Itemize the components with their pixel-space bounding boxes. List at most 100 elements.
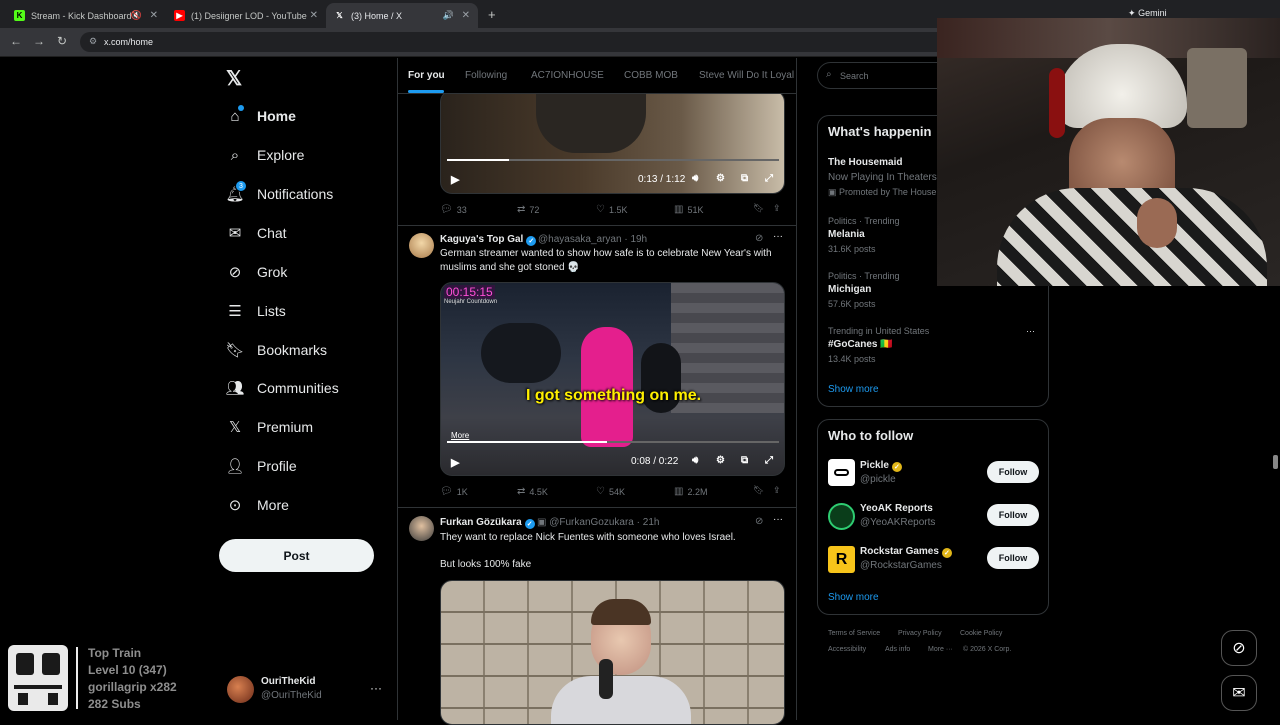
fullscreen-icon[interactable]: ⤢ xyxy=(765,173,773,184)
new-tab-icon[interactable]: + xyxy=(488,7,496,22)
tab-x-home[interactable]: 𝕏 (3) Home / X 🔊 ✕ xyxy=(326,3,478,28)
tab-cobb-mob[interactable]: COBB MOB xyxy=(624,70,678,81)
nav-bookmarks[interactable]: 🔖︎ Bookmarks xyxy=(225,335,327,365)
bookmark-icon[interactable]: 🔖︎ xyxy=(753,203,764,214)
tab-ac7ionhouse[interactable]: AC7IONHOUSE xyxy=(531,70,604,81)
repost-button[interactable]: ⇄ 4.5K xyxy=(517,486,548,497)
rockstar-logo-icon[interactable]: R xyxy=(828,546,855,573)
close-tab-icon[interactable]: ✕ xyxy=(462,10,470,21)
nav-premium[interactable]: 𝕏 Premium xyxy=(226,412,313,442)
footer-link[interactable]: Privacy Policy xyxy=(898,630,942,637)
settings-icon[interactable]: ⚙ xyxy=(716,173,725,184)
footer-link[interactable]: More ··· xyxy=(928,646,953,653)
follow-button[interactable]: Follow xyxy=(987,461,1039,483)
trend-name[interactable]: Michigan xyxy=(828,284,871,295)
speaker-icon[interactable]: 🔊 xyxy=(443,10,454,21)
tweet-author[interactable]: Kaguya's Top Gal ✓ xyxy=(440,234,537,246)
follow-avatar[interactable] xyxy=(828,459,855,486)
trend-name[interactable]: Melania xyxy=(828,229,865,240)
share-icon[interactable]: ⇪ xyxy=(773,203,781,214)
like-button[interactable]: ♡ 54K xyxy=(596,486,625,497)
grok-icon[interactable]: ⊘ xyxy=(755,233,763,244)
more-dots-icon[interactable]: ··· xyxy=(370,681,382,695)
footer-link[interactable]: Ads info xyxy=(885,646,910,653)
reply-button[interactable]: 💬︎ 33 xyxy=(440,204,467,215)
tab-for-you[interactable]: For you xyxy=(408,70,445,81)
video-hair xyxy=(591,599,651,625)
bookmark-icon[interactable]: 🔖︎ xyxy=(753,485,764,496)
show-more-follow[interactable]: Show more xyxy=(828,592,879,603)
footer-link[interactable]: Terms of Service xyxy=(828,630,880,637)
footer-link[interactable]: Cookie Policy xyxy=(960,630,1002,637)
grok-fab-icon[interactable]: ⊘ xyxy=(1221,630,1257,666)
reload-icon[interactable]: ↻ xyxy=(57,34,67,48)
nav-lists[interactable]: ☰ Lists xyxy=(226,296,286,326)
like-button[interactable]: ♡ 1.5K xyxy=(596,204,627,215)
messages-fab-icon[interactable]: ✉ xyxy=(1221,675,1257,711)
scrollbar-thumb[interactable] xyxy=(1273,455,1278,469)
more-dots-icon[interactable]: ··· xyxy=(773,231,783,242)
video-player[interactable]: 00:15:15 Neujahr Countdown I got somethi… xyxy=(440,282,785,476)
views-button[interactable]: ▥ 51K xyxy=(674,204,703,215)
nav-profile[interactable]: 👤︎ Profile xyxy=(225,451,296,481)
grok-icon[interactable]: ⊘ xyxy=(755,516,763,527)
reply-count: 1K xyxy=(456,486,468,497)
follow-button[interactable]: Follow xyxy=(987,504,1039,526)
play-icon[interactable]: ▶ xyxy=(451,173,459,186)
promo-title[interactable]: The Housemaid xyxy=(828,157,902,168)
repost-icon: ⇄ xyxy=(517,204,526,215)
nav-home[interactable]: ⌂ Home xyxy=(226,101,296,131)
x-logo-icon[interactable]: 𝕏 xyxy=(226,66,242,91)
video-player[interactable]: ▶ 0:13 / 1:12 🔊︎ ⚙ ⧉ ⤢ xyxy=(440,90,785,194)
fullscreen-icon[interactable]: ⤢ xyxy=(765,455,773,466)
close-tab-icon[interactable]: ✕ xyxy=(310,10,318,21)
more-dots-icon[interactable]: ··· xyxy=(773,514,783,525)
video-player[interactable] xyxy=(440,580,785,725)
site-info-icon[interactable]: ⚙ xyxy=(89,36,97,47)
tweet-author[interactable]: Furkan Gözükara ✓ xyxy=(440,517,535,529)
play-icon[interactable]: ▶ xyxy=(451,456,459,469)
tab-following[interactable]: Following xyxy=(465,70,507,81)
account-avatar[interactable] xyxy=(227,676,254,703)
back-icon[interactable]: ← xyxy=(10,34,22,48)
repost-button[interactable]: ⇄ 72 xyxy=(517,204,539,215)
nav-communities[interactable]: 👥︎ Communities xyxy=(225,373,338,403)
follow-name-text: Rockstar Games xyxy=(860,546,939,557)
nav-grok[interactable]: ⊘ Grok xyxy=(226,257,288,287)
trend-context: Politics · Trending xyxy=(828,271,900,281)
tab-youtube[interactable]: ▶ (1) Desiigner LOD - YouTube ✕ xyxy=(166,3,326,28)
show-more-trends[interactable]: Show more xyxy=(828,384,879,395)
video-overlay-timer: 00:15:15 xyxy=(444,285,495,299)
close-tab-icon[interactable]: ✕ xyxy=(150,10,158,21)
follow-button[interactable]: Follow xyxy=(987,547,1039,569)
pip-icon[interactable]: ⧉ xyxy=(741,455,748,466)
follow-avatar[interactable] xyxy=(828,503,855,530)
verified-icon: ✓ xyxy=(526,236,537,246)
video-more-link[interactable]: More xyxy=(451,431,469,440)
tweet-avatar[interactable] xyxy=(409,516,434,541)
pip-icon[interactable]: ⧉ xyxy=(741,173,748,184)
more-dots-icon[interactable]: ··· xyxy=(1026,326,1035,336)
footer-link[interactable]: Accessibility xyxy=(828,646,866,653)
volume-icon[interactable]: 🔊︎ xyxy=(692,173,698,184)
share-icon[interactable]: ⇪ xyxy=(773,485,781,496)
tab-steve-will-do-it-loyal[interactable]: Steve Will Do It Loyal xyxy=(699,70,796,81)
volume-icon[interactable]: 🔊︎ xyxy=(692,455,698,466)
nav-notifications[interactable]: 🔔︎ 3 Notifications xyxy=(225,179,333,209)
settings-icon[interactable]: ⚙ xyxy=(716,455,725,466)
views-button[interactable]: ▥ 2.2M xyxy=(674,486,707,497)
tweet-avatar[interactable] xyxy=(409,233,434,258)
nav-more[interactable]: ⊙ More xyxy=(226,490,289,520)
forward-icon[interactable]: → xyxy=(33,34,45,48)
reply-button[interactable]: 💬︎ 1K xyxy=(440,486,468,497)
trend-name[interactable]: #GoCanes 🇲🇱 xyxy=(828,339,893,350)
nav-explore[interactable]: ⌕ Explore xyxy=(226,140,305,170)
tab-kick-dashboard[interactable]: K Stream - Kick Dashboard 🔇 ✕ xyxy=(6,3,166,28)
follow-name[interactable]: Rockstar Games ✓ xyxy=(860,546,952,558)
follow-name[interactable]: Pickle ✓ xyxy=(860,460,902,472)
post-button[interactable]: Post xyxy=(219,539,374,572)
nav-chat[interactable]: ✉ Chat xyxy=(226,218,287,248)
muted-speaker-icon[interactable]: 🔇 xyxy=(131,10,142,21)
follow-name[interactable]: YeoAK Reports xyxy=(860,503,933,514)
account-name[interactable]: OuriTheKid xyxy=(261,676,315,687)
